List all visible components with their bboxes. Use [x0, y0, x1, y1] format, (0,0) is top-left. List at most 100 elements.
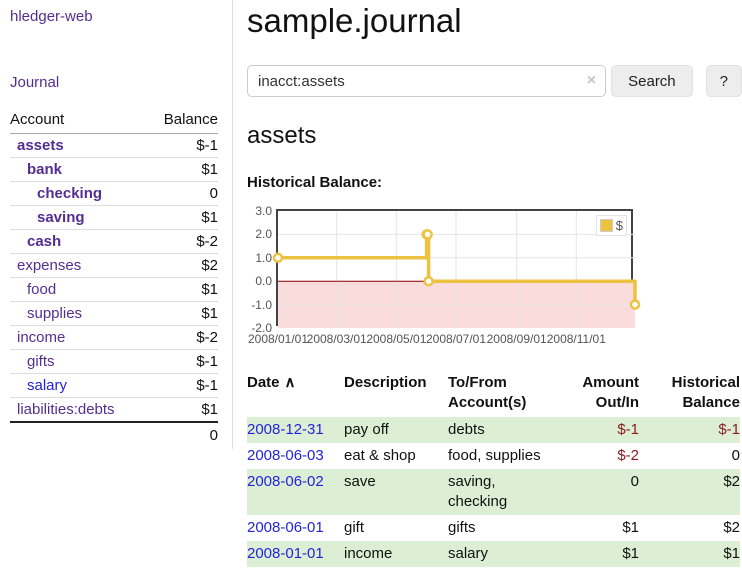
transaction-amount: 0 [552, 469, 639, 515]
y-axis-tick-label: 2.0 [242, 227, 272, 241]
account-link[interactable]: checking [37, 185, 102, 202]
accounts-total-row: 0 [10, 422, 218, 447]
account-balance: $-1 [147, 134, 218, 158]
accounts-total-spacer [10, 422, 147, 447]
account-link[interactable]: cash [27, 233, 61, 250]
register-col-balance: Historical Balance [639, 370, 740, 417]
y-axis-tick-label: 1.0 [242, 251, 272, 265]
transaction-balance: $2 [639, 515, 740, 541]
account-name-cell: assets [10, 134, 147, 158]
account-name-cell: income [10, 326, 147, 350]
transaction-description: save [344, 469, 448, 515]
transaction-date-cell: 2008-01-01 [247, 541, 344, 567]
transaction-balance: $2 [639, 469, 740, 515]
account-name-cell: salary [10, 374, 147, 398]
account-row: cash$-2 [10, 230, 218, 254]
accounts-total-value: 0 [147, 422, 218, 447]
register-table: Date ∧ Description To/From Account(s) Amo… [247, 370, 740, 567]
help-button[interactable]: ? [706, 65, 742, 97]
x-axis-tick-label: 2008/11/01 [544, 332, 608, 346]
search-form: × Search ? [247, 65, 742, 97]
register-col-description: Description [344, 370, 448, 417]
transaction-accounts: food, supplies [448, 443, 552, 469]
search-box: × [247, 65, 606, 97]
account-heading: assets [247, 122, 742, 150]
accounts-table: Account Balance assets $-1 bank $1 checking 0… [10, 108, 218, 447]
transaction-balance: $1 [639, 541, 740, 567]
account-link[interactable]: supplies [27, 305, 82, 322]
search-button[interactable]: Search [611, 65, 693, 97]
balance-chart: $ 3.02.01.00.0-1.0-2.02008/01/012008/03/… [276, 209, 633, 326]
account-name-cell: checking [10, 182, 147, 206]
account-name-cell: liabilities:debts [10, 398, 147, 423]
app-title-link[interactable]: hledger-web [10, 8, 218, 25]
account-link[interactable]: income [17, 329, 65, 346]
transaction-accounts: gifts [448, 515, 552, 541]
account-balance: $2 [147, 254, 218, 278]
account-name-cell: supplies [10, 302, 147, 326]
page: hledger-web Journal Account Balance asse… [0, 0, 742, 567]
account-row: income $-2 [10, 326, 218, 350]
account-balance: $-1 [147, 350, 218, 374]
account-link[interactable]: saving [37, 209, 85, 226]
transaction-accounts: saving, checking [448, 469, 552, 515]
transaction-date-cell: 2008-06-02 [247, 469, 344, 515]
account-name-cell: saving [10, 206, 147, 230]
accounts-col-account: Account [10, 108, 147, 134]
account-link[interactable]: salary [27, 377, 67, 394]
transaction-date-link[interactable]: 2008-06-02 [247, 473, 324, 490]
account-balance: $1 [147, 278, 218, 302]
transaction-amount: $-1 [552, 417, 639, 443]
transaction-description: income [344, 541, 448, 567]
transaction-description: pay off [344, 417, 448, 443]
account-row: salary $-1 [10, 374, 218, 398]
account-link[interactable]: liabilities:debts [17, 401, 115, 418]
account-balance: $-2 [147, 326, 218, 350]
account-balance: $1 [147, 398, 218, 423]
chart-legend: $ [596, 215, 627, 236]
accounts-table-body: assets$-1bank$1checking0saving$1cash$-2e… [10, 134, 218, 423]
register-col-amount: Amount Out/In [552, 370, 639, 417]
sort-ascending-icon: ∧ [285, 374, 296, 391]
transaction-row: 2008-12-31pay offdebts$-1$-1 [247, 417, 740, 443]
account-link[interactable]: expenses [17, 257, 81, 274]
balance-chart-plot [278, 211, 635, 328]
account-balance: $-1 [147, 374, 218, 398]
account-name-cell: expenses [10, 254, 147, 278]
register-header-row: Date ∧ Description To/From Account(s) Amo… [247, 370, 740, 417]
transaction-date-link[interactable]: 2008-06-03 [247, 447, 324, 464]
sidebar-item-journal[interactable]: Journal [10, 74, 218, 91]
search-input[interactable] [247, 65, 606, 97]
account-link[interactable]: bank [27, 161, 62, 178]
account-link[interactable]: gifts [27, 353, 55, 370]
clear-search-icon[interactable]: × [587, 71, 596, 91]
account-name-cell: cash [10, 230, 147, 254]
account-balance: 0 [147, 182, 218, 206]
transaction-row: 2008-06-02 savesaving, checking0$2 [247, 469, 740, 515]
transaction-date-link[interactable]: 2008-06-01 [247, 519, 324, 536]
transaction-date-link[interactable]: 2008-01-01 [247, 545, 324, 562]
x-axis-tick-label: 2008/07/01 [424, 332, 488, 346]
register-col-date-label: Date [247, 374, 280, 391]
account-balance: $1 [147, 302, 218, 326]
account-link[interactable]: food [27, 281, 56, 298]
account-balance: $1 [147, 206, 218, 230]
register-col-accounts: To/From Account(s) [448, 370, 552, 417]
accounts-col-balance: Balance [147, 108, 218, 134]
transaction-description: eat & shop [344, 443, 448, 469]
account-row: gifts $-1 [10, 350, 218, 374]
transaction-date-link[interactable]: 2008-12-31 [247, 421, 324, 438]
account-row: food $1 [10, 278, 218, 302]
x-axis-tick-label: 2008/09/01 [485, 332, 549, 346]
accounts-header-row: Account Balance [10, 108, 218, 134]
transaction-row: 2008-06-01giftgifts$1$2 [247, 515, 740, 541]
account-row: expenses $2 [10, 254, 218, 278]
transaction-amount: $1 [552, 541, 639, 567]
account-link[interactable]: assets [17, 137, 64, 154]
account-balance: $1 [147, 158, 218, 182]
transaction-date-cell: 2008-06-03 [247, 443, 344, 469]
account-row: supplies $1 [10, 302, 218, 326]
transaction-balance: $-1 [639, 417, 740, 443]
chart-title: Historical Balance: [247, 174, 742, 191]
transaction-accounts: salary [448, 541, 552, 567]
